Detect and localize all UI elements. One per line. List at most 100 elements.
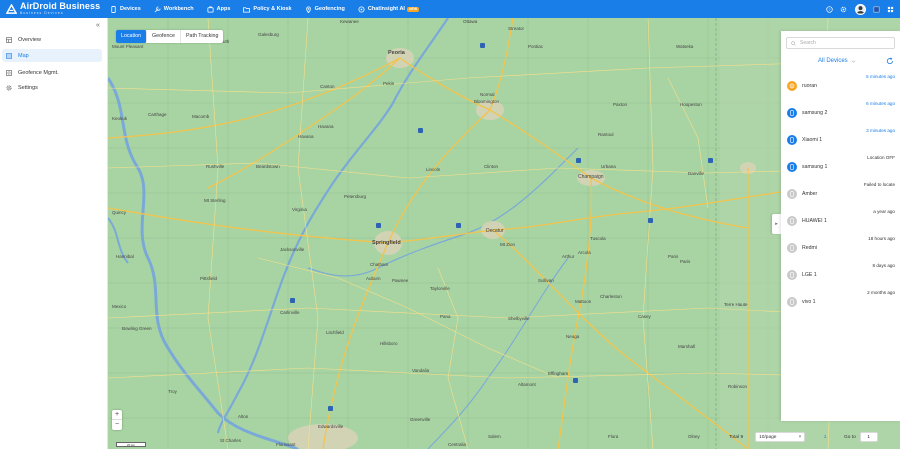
map-icon [6, 52, 12, 59]
map-label-carlinville: Carlinville [280, 310, 300, 315]
map-label-pana: Pana [440, 314, 451, 319]
page-size-select[interactable]: 10/page ▾ [755, 432, 806, 442]
device-list-item[interactable]: Failed to locate Amber [781, 182, 900, 209]
map-label-jacksonville: Jacksonville [280, 247, 305, 252]
device-list-item[interactable]: 2 months ago vivo 1 [781, 290, 900, 317]
map-scale: 20 km [116, 442, 146, 447]
tab-path-tracking[interactable]: Path Tracking [181, 30, 223, 43]
device-list-item[interactable]: 5 minutes ago ruoran [781, 74, 900, 101]
sidebar-item-geofence-mgmt[interactable]: Geofence Mgmt. [2, 66, 102, 79]
goto-page-input[interactable]: 1 [859, 432, 878, 442]
panel-collapse-handle[interactable]: ▸ [772, 214, 781, 234]
page-size-value: 10/page [759, 434, 777, 440]
nav-workbench[interactable]: Workbench [154, 0, 194, 18]
airdroid-logo-icon [6, 3, 17, 14]
device-name: ruoran [802, 83, 817, 89]
device-name: LGE 1 [802, 272, 817, 278]
map-label-galesburg: Galesburg [258, 32, 279, 37]
sidebar-item-settings[interactable]: Settings [2, 81, 102, 94]
map-label-robinson: Robinson [728, 384, 748, 389]
current-page[interactable]: 1 [824, 435, 827, 440]
android-device-icon [787, 81, 797, 91]
device-filter-dropdown[interactable]: All Devices [818, 58, 856, 64]
zoom-control: + − [112, 410, 122, 430]
map-label-normal: Normal [480, 92, 495, 97]
geofence-mgmt-icon [6, 69, 12, 76]
gear-icon[interactable] [840, 6, 847, 13]
map-label-arthur: Arthur [562, 254, 575, 259]
tab-location[interactable]: Location [116, 30, 148, 43]
prev-page-icon[interactable]: ‹ [814, 435, 816, 440]
avatar[interactable] [855, 3, 866, 15]
refresh-icon[interactable] [886, 57, 894, 65]
map-label-virginia: Virginia [292, 207, 307, 212]
map-label-decatur: Decatur [486, 228, 504, 234]
nav-chatinsight[interactable]: ChatInsight AI NEW [358, 0, 420, 18]
map-label-mexico: Mexico [112, 304, 127, 309]
map-label-florissant: Florissant [276, 442, 296, 447]
device-list-item[interactable]: 18 hours ago Redmi [781, 236, 900, 263]
folder-icon [243, 6, 251, 13]
device-last-seen: 6 minutes ago [866, 101, 895, 106]
map-label-kewanee: Kewanee [340, 19, 359, 24]
app-logo[interactable]: AirDroid Business Business Devices [0, 0, 110, 18]
nav-workbench-label: Workbench [163, 6, 194, 12]
map-label-champaign: Champaign [578, 174, 604, 180]
map-label-keokuk: Keokuk [112, 116, 128, 121]
map-label-paris-2: Paris [668, 254, 679, 259]
new-badge: NEW [406, 6, 420, 12]
map-label-marshall: Marshall [678, 344, 695, 349]
map-label-clinton: Clinton [484, 164, 499, 169]
search-box [786, 37, 895, 49]
map-label-st-charles: St Charles [220, 438, 242, 443]
settings-icon [6, 85, 12, 90]
sidebar-item-map[interactable]: Map [2, 49, 102, 62]
nav-apps[interactable]: Apps [207, 0, 230, 18]
phone-device-icon [787, 243, 797, 253]
phone-device-icon [787, 270, 797, 280]
brand-name: AirDroid Business [20, 1, 101, 12]
map-label-mount-pleasant: Mount Pleasant [112, 44, 144, 49]
tab-geofence[interactable]: Geofence [147, 30, 182, 43]
help-icon[interactable]: ? [826, 5, 833, 13]
device-last-seen: 2 months ago [867, 290, 895, 295]
sidebar-item-label: Overview [18, 36, 41, 43]
map-label-effingham: Effingham [548, 371, 568, 376]
phone-device-icon [787, 135, 797, 145]
goto-page-value: 1 [867, 434, 871, 440]
device-icon [111, 5, 116, 13]
device-list-item[interactable]: a year ago HUAWEI 1 [781, 209, 900, 236]
user-avatar-icon [856, 6, 865, 14]
map-label-salem: Salem [488, 434, 501, 439]
device-last-seen: Failed to locate [863, 182, 895, 187]
device-list-item[interactable]: 3 minutes ago Xiaomi 1 [781, 128, 900, 155]
map-label-watseka: Watseka [676, 44, 694, 49]
next-page-icon[interactable]: › [834, 435, 836, 440]
device-list-item[interactable]: Location OFF samsung 1 [781, 155, 900, 182]
device-list-item[interactable]: 6 minutes ago samsung 2 [781, 101, 900, 128]
overview-icon [6, 36, 12, 43]
nav-devices[interactable]: Devices [110, 0, 141, 18]
device-list-panel: All Devices 5 minutes ago ruoran 6 minutes… [781, 31, 900, 421]
collapse-sidebar-icon[interactable]: « [96, 22, 102, 29]
nav-geofencing[interactable]: Geofencing [305, 0, 345, 18]
nav-policy-kiosk[interactable]: Policy & Kiosk [243, 0, 292, 18]
map-label-beardstown: Beardstown [256, 164, 280, 169]
device-filter-label: All Devices [818, 58, 848, 64]
map-label-rantoul: Rantoul [598, 132, 614, 137]
sidebar-item-label: Settings [18, 84, 38, 91]
phone-device-icon [787, 189, 797, 199]
search-input[interactable] [800, 40, 890, 46]
zoom-out-button[interactable]: − [112, 420, 122, 430]
map-label-havana-2: Havana [318, 124, 334, 129]
device-last-seen: a year ago [873, 209, 895, 214]
zoom-in-button[interactable]: + [112, 410, 122, 420]
map-label-ottawa: Ottawa [463, 19, 478, 24]
map-label-macomb: Macomb [192, 114, 210, 119]
map-label-troy: Troy [168, 389, 178, 394]
grid-icon[interactable] [887, 6, 894, 13]
device-name: samsung 1 [802, 164, 828, 170]
device-list-item[interactable]: 8 days ago LGE 1 [781, 263, 900, 290]
notification-icon[interactable] [873, 6, 880, 13]
sidebar-item-overview[interactable]: Overview [2, 33, 102, 46]
